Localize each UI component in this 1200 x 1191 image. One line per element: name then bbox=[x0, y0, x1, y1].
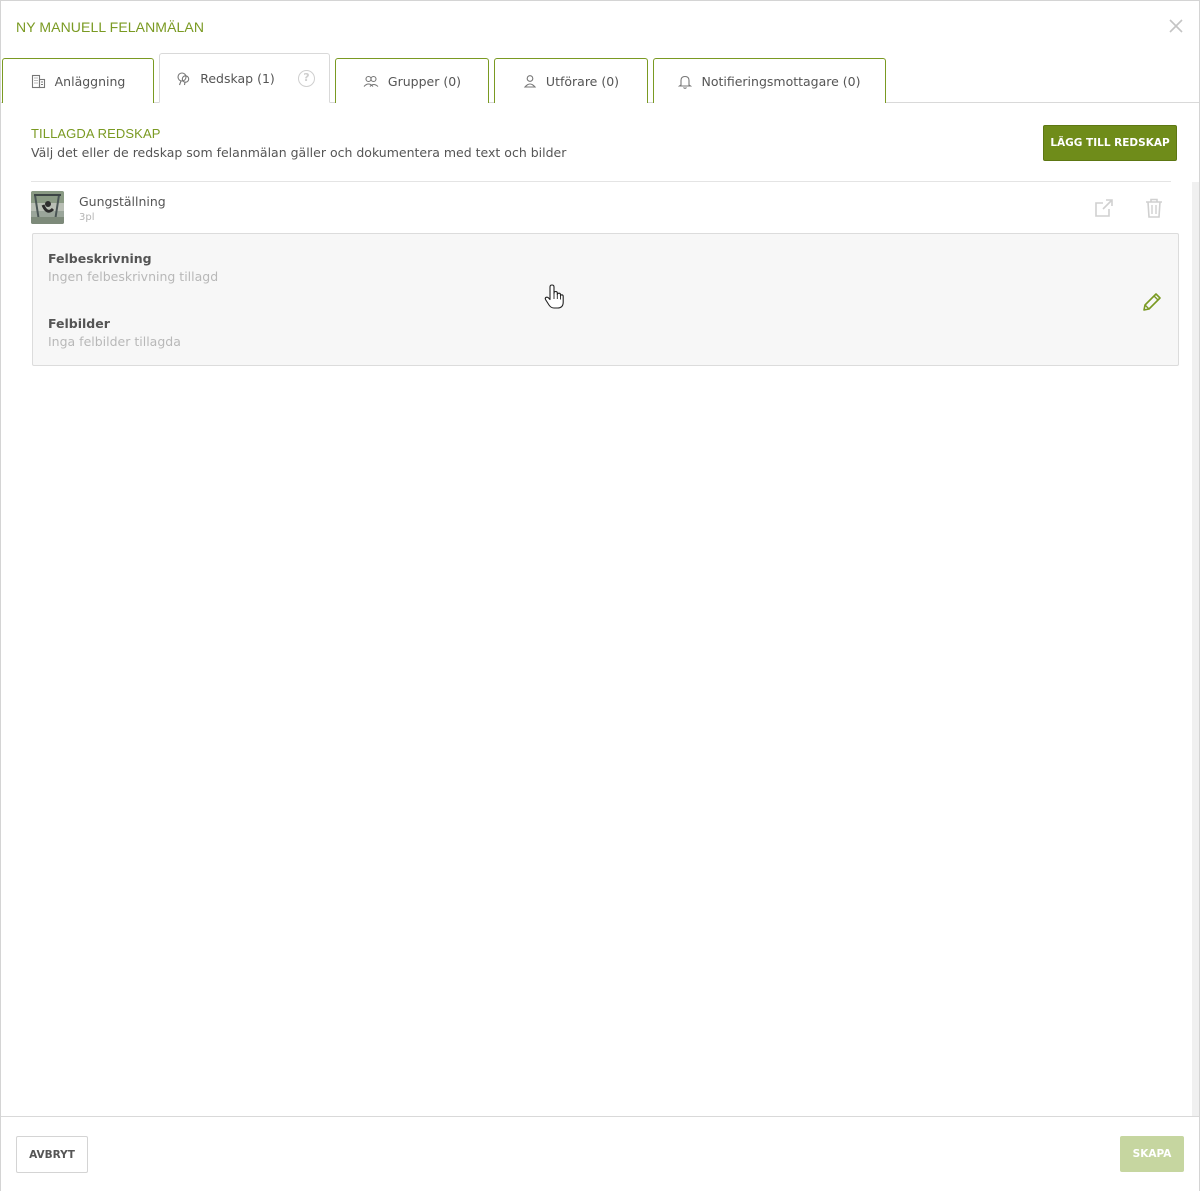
section-title: TILLAGDA REDSKAP bbox=[31, 126, 161, 141]
tab-notifieringsmottagare[interactable]: Notifieringsmottagare (0) bbox=[653, 58, 886, 103]
scrollbar[interactable] bbox=[1192, 182, 1199, 1117]
user-icon bbox=[523, 74, 537, 89]
fault-details-panel: Felbeskrivning Ingen felbeskrivning till… bbox=[32, 233, 1179, 366]
tab-label: Utförare (0) bbox=[545, 73, 620, 89]
modal-title: NY MANUELL FELANMÄLAN bbox=[16, 19, 205, 35]
tab-label: Redskap (1) bbox=[200, 70, 275, 86]
fault-description-label: Felbeskrivning bbox=[48, 251, 152, 266]
fault-images-label: Felbilder bbox=[48, 316, 110, 331]
equipment-name: Gungställning bbox=[79, 194, 166, 209]
close-icon[interactable] bbox=[1165, 15, 1187, 37]
trash-icon[interactable] bbox=[1142, 196, 1166, 220]
tab-grupper[interactable]: Grupper (0) bbox=[335, 58, 489, 103]
new-fault-report-modal: NY MANUELL FELANMÄLAN Anläggning Redskap… bbox=[0, 0, 1200, 1191]
create-button[interactable]: SKAPA bbox=[1120, 1136, 1184, 1172]
list-divider bbox=[31, 181, 1171, 182]
external-link-icon[interactable] bbox=[1092, 196, 1116, 220]
equipment-icon bbox=[176, 71, 191, 86]
users-icon bbox=[363, 74, 379, 89]
tab-label: Grupper (0) bbox=[387, 73, 462, 89]
equipment-subtitle: 3pl bbox=[79, 212, 95, 223]
add-equipment-button[interactable]: LÄGG TILL REDSKAP bbox=[1043, 125, 1177, 161]
modal-footer: AVBRYT SKAPA bbox=[1, 1116, 1199, 1191]
tab-label: Notifieringsmottagare (0) bbox=[701, 73, 861, 89]
tab-utforare[interactable]: Utförare (0) bbox=[494, 58, 648, 103]
bell-icon bbox=[678, 74, 693, 89]
section-header: TILLAGDA REDSKAP Välj det eller de redsk… bbox=[31, 126, 566, 160]
tab-bar: Anläggning Redskap (1) ? Grupper (0) Utf… bbox=[1, 53, 1199, 103]
help-icon[interactable]: ? bbox=[298, 70, 315, 87]
pencil-icon[interactable] bbox=[1140, 290, 1164, 314]
equipment-row: Gungställning 3pl bbox=[31, 191, 1179, 227]
fault-images-value: Inga felbilder tillagda bbox=[48, 334, 181, 349]
tab-redskap[interactable]: Redskap (1) ? bbox=[159, 53, 330, 103]
equipment-thumbnail bbox=[31, 191, 64, 224]
tab-anlaggning[interactable]: Anläggning bbox=[2, 58, 154, 103]
building-icon bbox=[31, 74, 46, 89]
tab-label: Anläggning bbox=[54, 73, 126, 89]
modal-header: NY MANUELL FELANMÄLAN bbox=[1, 1, 1199, 53]
section-description: Välj det eller de redskap som felanmälan… bbox=[31, 145, 567, 160]
fault-description-value: Ingen felbeskrivning tillagd bbox=[48, 269, 219, 284]
cancel-button[interactable]: AVBRYT bbox=[16, 1136, 88, 1173]
